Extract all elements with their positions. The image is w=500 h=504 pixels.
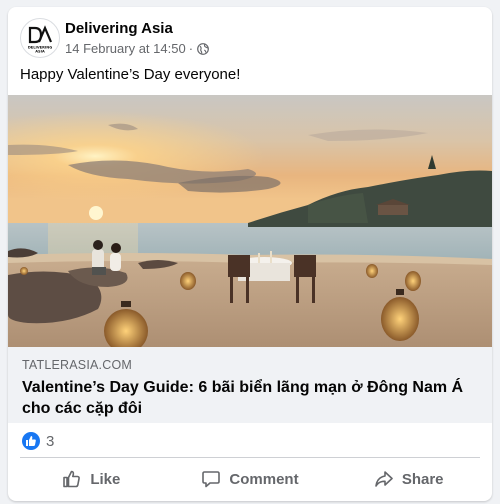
reaction-count: 3 bbox=[46, 432, 55, 450]
comment-button[interactable]: Comment bbox=[171, 460, 330, 498]
link-preview-info[interactable]: TATLERASIA.COM Valentine’s Day Guide: 6 … bbox=[8, 347, 492, 423]
share-button[interactable]: Share bbox=[329, 460, 488, 498]
link-preview-image[interactable] bbox=[8, 95, 492, 347]
post-actions: Like Comment Share bbox=[12, 460, 488, 498]
link-domain: TATLERASIA.COM bbox=[22, 358, 132, 372]
svg-text:ASIA: ASIA bbox=[35, 50, 45, 54]
like-button[interactable]: Like bbox=[12, 460, 171, 498]
post-meta: 14 February at 14:50 · bbox=[65, 41, 209, 56]
link-title[interactable]: Valentine’s Day Guide: 6 bãi biển lãng m… bbox=[22, 377, 482, 419]
comment-label: Comment bbox=[229, 470, 299, 488]
post-message: Happy Valentine’s Day everyone! bbox=[20, 66, 241, 83]
comment-icon bbox=[202, 471, 221, 488]
post-header: DELIVERING ASIA Delivering Asia 14 Febru… bbox=[8, 7, 492, 63]
delivering-asia-logo: DELIVERING ASIA bbox=[28, 25, 52, 54]
action-divider bbox=[20, 457, 480, 458]
like-label: Like bbox=[90, 470, 121, 488]
meta-separator: · bbox=[188, 41, 194, 56]
reactions-summary[interactable]: 3 bbox=[22, 432, 54, 450]
page-avatar[interactable]: DELIVERING ASIA bbox=[20, 18, 60, 58]
page-name[interactable]: Delivering Asia bbox=[65, 20, 173, 37]
thumbs-up-icon bbox=[63, 470, 81, 488]
globe-icon[interactable] bbox=[197, 42, 209, 55]
beach-dinner-photo bbox=[8, 95, 492, 347]
post-timestamp[interactable]: 14 February at 14:50 bbox=[65, 41, 186, 56]
share-icon bbox=[375, 471, 393, 487]
share-label: Share bbox=[401, 470, 444, 488]
post-card: DELIVERING ASIA Delivering Asia 14 Febru… bbox=[8, 7, 492, 501]
like-reaction-icon bbox=[22, 432, 40, 450]
